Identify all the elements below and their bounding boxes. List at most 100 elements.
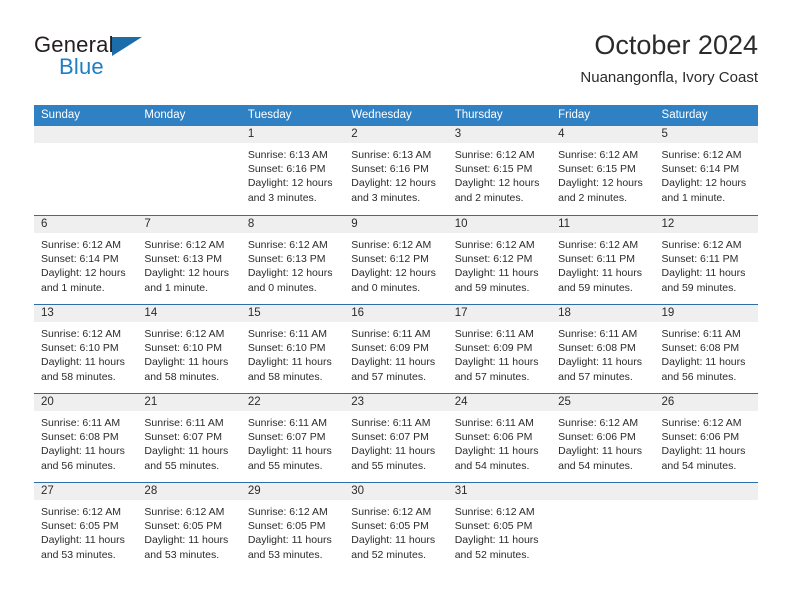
calendar-day-cell[interactable]: 28 Sunrise: 6:12 AM Sunset: 6:05 PM Dayligh… xyxy=(137,483,241,571)
calendar-day-cell[interactable]: 24 Sunrise: 6:11 AM Sunset: 6:06 PM Dayligh… xyxy=(447,394,552,482)
day-details: Sunrise: 6:11 AM Sunset: 6:08 PM Daylight:… xyxy=(34,411,137,473)
sunset-text: Sunset: 6:09 PM xyxy=(454,342,533,355)
day-details: Sunrise: 6:12 AM Sunset: 6:10 PM Daylight:… xyxy=(34,322,137,384)
daylight-text: Daylight: 11 hours and 59 minutes. xyxy=(454,267,539,294)
sunset-text: Sunset: 6:12 PM xyxy=(454,253,533,266)
calendar-day-cell[interactable]: 1 Sunrise: 6:13 AM Sunset: 6:16 PM Daylight… xyxy=(240,126,345,215)
day-number: 17 xyxy=(447,305,552,322)
day-details: Sunrise: 6:12 AM Sunset: 6:05 PM Daylight:… xyxy=(344,500,447,562)
sunset-text: Sunset: 6:05 PM xyxy=(351,520,429,533)
sunset-text: Sunset: 6:15 PM xyxy=(558,163,636,176)
calendar-day-cell[interactable]: 17 Sunrise: 6:11 AM Sunset: 6:09 PM Dayligh… xyxy=(447,305,552,393)
sunrise-text: Sunrise: 6:12 AM xyxy=(351,506,432,518)
sunset-text: Sunset: 6:08 PM xyxy=(41,431,119,444)
day-number: 12 xyxy=(654,216,758,233)
calendar-day-cell-empty xyxy=(34,126,138,215)
weekday-header-tuesday: Tuesday xyxy=(247,109,292,121)
calendar-day-cell[interactable]: 26 Sunrise: 6:12 AM Sunset: 6:06 PM Dayligh… xyxy=(654,394,758,482)
calendar-day-cell[interactable]: 6 Sunrise: 6:12 AM Sunset: 6:14 PM Daylight… xyxy=(34,216,138,304)
calendar-day-cell[interactable]: 7 Sunrise: 6:12 AM Sunset: 6:13 PM Daylight… xyxy=(137,216,241,304)
calendar-week-row: 1 Sunrise: 6:13 AM Sunset: 6:16 PM Daylight… xyxy=(34,126,758,215)
calendar-day-cell[interactable]: 2 Sunrise: 6:13 AM Sunset: 6:16 PM Daylight… xyxy=(344,126,448,215)
calendar-day-cell[interactable]: 29 Sunrise: 6:12 AM Sunset: 6:05 PM Dayligh… xyxy=(240,483,345,571)
calendar-day-cell-empty xyxy=(654,483,758,571)
day-number: 18 xyxy=(551,305,655,322)
calendar-day-cell[interactable]: 27 Sunrise: 6:12 AM Sunset: 6:05 PM Dayligh… xyxy=(34,483,138,571)
calendar-day-cell[interactable]: 13 Sunrise: 6:12 AM Sunset: 6:10 PM Dayligh… xyxy=(34,305,138,393)
day-number: 29 xyxy=(240,483,345,500)
day-number: 31 xyxy=(447,483,552,500)
daylight-text: Daylight: 12 hours and 0 minutes. xyxy=(351,267,436,294)
triangle-icon xyxy=(112,37,142,56)
page-title: October 2024 xyxy=(594,30,758,60)
daylight-text: Daylight: 11 hours and 55 minutes. xyxy=(351,445,436,472)
calendar-day-cell[interactable]: 14 Sunrise: 6:12 AM Sunset: 6:10 PM Dayligh… xyxy=(137,305,241,393)
day-number: 30 xyxy=(344,483,448,500)
day-number: 26 xyxy=(654,394,758,411)
calendar-day-cell[interactable]: 22 Sunrise: 6:11 AM Sunset: 6:07 PM Dayligh… xyxy=(240,394,345,482)
daylight-text: Daylight: 11 hours and 57 minutes. xyxy=(454,356,539,383)
calendar-day-cell[interactable]: 4 Sunrise: 6:12 AM Sunset: 6:15 PM Daylight… xyxy=(551,126,655,215)
day-details: Sunrise: 6:13 AM Sunset: 6:16 PM Daylight:… xyxy=(241,143,344,205)
sunset-text: Sunset: 6:16 PM xyxy=(247,163,326,176)
daylight-text: Daylight: 11 hours and 52 minutes. xyxy=(351,534,436,561)
day-details: Sunrise: 6:12 AM Sunset: 6:05 PM Daylight:… xyxy=(34,500,137,562)
calendar-day-cell[interactable]: 21 Sunrise: 6:11 AM Sunset: 6:07 PM Dayligh… xyxy=(137,394,241,482)
day-number: 27 xyxy=(34,483,138,500)
calendar-day-cell[interactable]: 10 Sunrise: 6:12 AM Sunset: 6:12 PM Dayligh… xyxy=(447,216,552,304)
day-details: Sunrise: 6:12 AM Sunset: 6:06 PM Daylight:… xyxy=(551,411,654,473)
calendar-day-cell[interactable]: 23 Sunrise: 6:11 AM Sunset: 6:07 PM Dayligh… xyxy=(344,394,448,482)
sunset-text: Sunset: 6:13 PM xyxy=(247,253,326,266)
day-details: Sunrise: 6:12 AM Sunset: 6:12 PM Daylight:… xyxy=(344,233,447,295)
sunrise-text: Sunrise: 6:12 AM xyxy=(558,239,639,251)
calendar-day-cell[interactable]: 12 Sunrise: 6:12 AM Sunset: 6:11 PM Dayligh… xyxy=(654,216,758,304)
calendar-page: General Blue October 2024 Nuanangonfla, … xyxy=(0,0,792,612)
daylight-text: Daylight: 12 hours and 2 minutes. xyxy=(454,177,540,204)
daylight-text: Daylight: 11 hours and 54 minutes. xyxy=(454,445,539,472)
calendar-day-cell[interactable]: 20 Sunrise: 6:11 AM Sunset: 6:08 PM Dayligh… xyxy=(34,394,138,482)
calendar-day-cell[interactable]: 25 Sunrise: 6:12 AM Sunset: 6:06 PM Dayligh… xyxy=(551,394,655,482)
sunrise-text: Sunrise: 6:11 AM xyxy=(454,328,534,340)
calendar-day-cell[interactable]: 16 Sunrise: 6:11 AM Sunset: 6:09 PM Dayligh… xyxy=(344,305,448,393)
daylight-text: Daylight: 12 hours and 2 minutes. xyxy=(558,177,643,204)
sunset-text: Sunset: 6:10 PM xyxy=(144,342,223,355)
sunrise-text: Sunrise: 6:12 AM xyxy=(558,417,639,429)
calendar-day-cell[interactable]: 19 Sunrise: 6:11 AM Sunset: 6:08 PM Dayligh… xyxy=(654,305,758,393)
day-number: 23 xyxy=(344,394,448,411)
calendar-day-cell[interactable]: 3 Sunrise: 6:12 AM Sunset: 6:15 PM Daylight… xyxy=(447,126,552,215)
daylight-text: Daylight: 11 hours and 54 minutes. xyxy=(661,445,746,472)
sunrise-text: Sunrise: 6:12 AM xyxy=(661,239,742,251)
calendar-day-cell[interactable]: 31 Sunrise: 6:12 AM Sunset: 6:05 PM Dayligh… xyxy=(447,483,552,571)
sunrise-text: Sunrise: 6:12 AM xyxy=(144,328,225,340)
sunrise-text: Sunrise: 6:12 AM xyxy=(247,506,328,518)
sunrise-text: Sunrise: 6:12 AM xyxy=(454,506,535,518)
day-number: 28 xyxy=(137,483,241,500)
day-details: Sunrise: 6:11 AM Sunset: 6:09 PM Daylight:… xyxy=(344,322,447,384)
sunrise-text: Sunrise: 6:12 AM xyxy=(41,328,121,340)
general-blue-logo[interactable]: General Blue xyxy=(34,32,274,90)
day-number: 24 xyxy=(447,394,552,411)
calendar-day-cell[interactable]: 9 Sunrise: 6:12 AM Sunset: 6:12 PM Daylight… xyxy=(344,216,448,304)
sunset-text: Sunset: 6:14 PM xyxy=(661,163,740,176)
weekday-header-thursday: Thursday xyxy=(454,109,503,121)
calendar-day-cell[interactable]: 15 Sunrise: 6:11 AM Sunset: 6:10 PM Dayligh… xyxy=(240,305,345,393)
sunset-text: Sunset: 6:08 PM xyxy=(558,342,636,355)
daylight-text: Daylight: 12 hours and 1 minute. xyxy=(41,267,126,294)
calendar-weeks: 1 Sunrise: 6:13 AM Sunset: 6:16 PM Daylight… xyxy=(34,126,758,571)
sunrise-text: Sunrise: 6:11 AM xyxy=(247,417,328,429)
calendar-day-cell[interactable]: 5 Sunrise: 6:12 AM Sunset: 6:14 PM Daylight… xyxy=(654,126,758,215)
daylight-text: Daylight: 11 hours and 55 minutes. xyxy=(247,445,332,472)
sunrise-text: Sunrise: 6:11 AM xyxy=(558,328,638,340)
sunset-text: Sunset: 6:10 PM xyxy=(41,342,119,355)
calendar-day-cell[interactable]: 11 Sunrise: 6:12 AM Sunset: 6:11 PM Dayligh… xyxy=(551,216,655,304)
daylight-text: Daylight: 11 hours and 56 minutes. xyxy=(661,356,746,383)
day-number: 6 xyxy=(34,216,138,233)
day-number: 14 xyxy=(137,305,241,322)
calendar-day-cell[interactable]: 8 Sunrise: 6:12 AM Sunset: 6:13 PM Daylight… xyxy=(240,216,345,304)
calendar-day-cell[interactable]: 18 Sunrise: 6:11 AM Sunset: 6:08 PM Dayligh… xyxy=(551,305,655,393)
day-details: Sunrise: 6:12 AM Sunset: 6:06 PM Daylight:… xyxy=(655,411,758,473)
day-number: 2 xyxy=(344,126,448,143)
calendar-day-cell[interactable]: 30 Sunrise: 6:12 AM Sunset: 6:05 PM Dayligh… xyxy=(344,483,448,571)
day-details: Sunrise: 6:12 AM Sunset: 6:05 PM Daylight:… xyxy=(137,500,240,562)
day-details: Sunrise: 6:13 AM Sunset: 6:16 PM Daylight:… xyxy=(344,143,447,205)
